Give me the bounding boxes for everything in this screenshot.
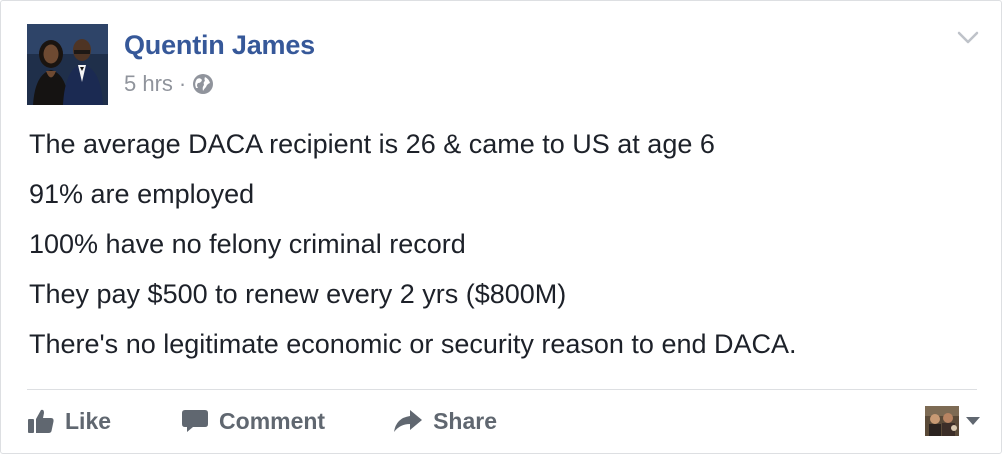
comment-button[interactable]: Comment: [181, 408, 325, 435]
globe-icon[interactable]: [192, 73, 214, 95]
post-line: The average DACA recipient is 26 & came …: [29, 129, 715, 159]
share-button[interactable]: Share: [393, 408, 497, 435]
viewer-avatar: [925, 406, 959, 436]
author-name[interactable]: Quentin James: [124, 30, 315, 61]
comment-label: Comment: [219, 407, 326, 434]
actions-divider: [27, 389, 977, 390]
like-button[interactable]: Like: [27, 408, 111, 435]
like-label: Like: [65, 407, 112, 434]
post-card: Quentin James 5 hrs · The average DACA r…: [0, 0, 1002, 454]
share-arrow-icon: [394, 410, 423, 432]
speech-bubble-icon: [182, 410, 209, 432]
post-line: There's no legitimate economic or securi…: [29, 329, 797, 359]
post-line: 91% are employed: [29, 179, 255, 209]
chevron-down-icon[interactable]: [957, 29, 979, 47]
caret-down-icon: [966, 417, 980, 425]
post-body: The average DACA recipient is 26 & came …: [29, 129, 969, 379]
share-label: Share: [433, 407, 498, 434]
post-actions: Like Comment Share: [27, 401, 977, 441]
post-line: 100% have no felony criminal record: [29, 229, 466, 259]
post-meta: 5 hrs ·: [124, 71, 214, 97]
post-timestamp[interactable]: 5 hrs: [124, 71, 173, 97]
post-line: They pay $500 to renew every 2 yrs ($800…: [29, 279, 567, 309]
thumbs-up-icon: [28, 409, 54, 433]
meta-separator: ·: [178, 71, 187, 96]
author-avatar[interactable]: [27, 24, 108, 105]
audience-selector[interactable]: [925, 406, 981, 436]
